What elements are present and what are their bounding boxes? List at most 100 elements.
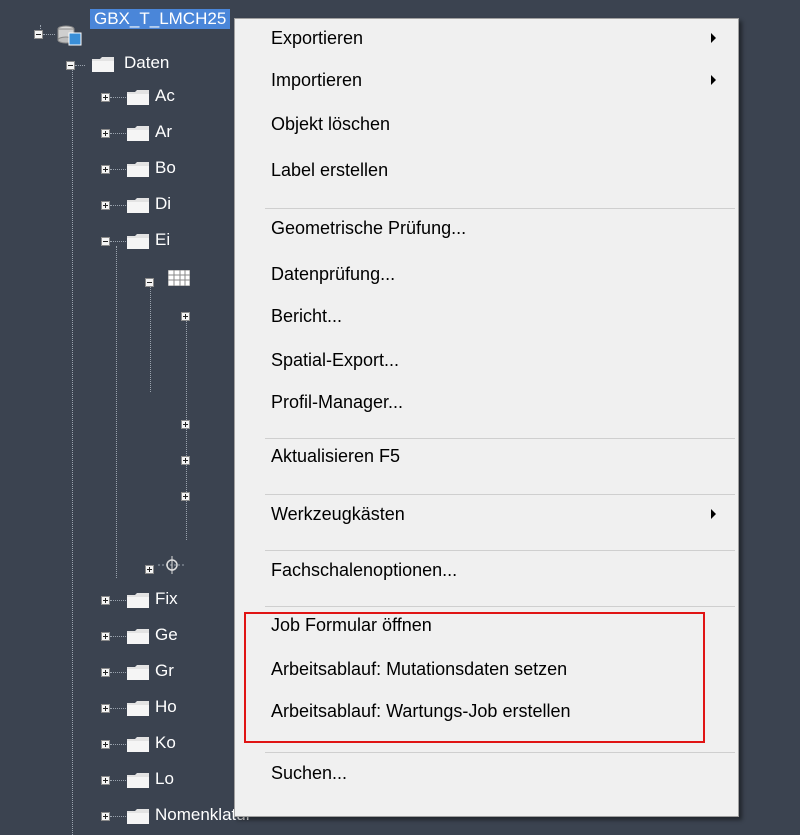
tree-connector — [110, 169, 126, 170]
folder-icon — [127, 701, 149, 716]
folder-icon — [127, 629, 149, 644]
menu-item[interactable]: Datenprüfung... — [235, 255, 738, 293]
collapse-toggle[interactable] — [66, 61, 75, 70]
tree-guide-line — [186, 320, 187, 540]
menu-separator — [265, 208, 735, 209]
menu-item[interactable]: Werkzeugkästen — [235, 495, 738, 533]
menu-separator — [265, 752, 735, 753]
expand-toggle[interactable] — [181, 456, 190, 465]
chevron-right-icon — [711, 509, 716, 519]
menu-item[interactable]: Fachschalenoptionen... — [235, 551, 738, 589]
menu-item[interactable]: Bericht... — [235, 297, 738, 335]
expand-toggle[interactable] — [181, 312, 190, 321]
menu-item[interactable]: Geometrische Prüfung... — [235, 209, 738, 247]
folder-icon — [127, 737, 149, 752]
tree-connector — [110, 636, 126, 637]
folder-icon — [127, 809, 149, 824]
menu-item[interactable]: Label erstellen — [235, 151, 738, 189]
tree-folder-label[interactable]: Ko — [155, 733, 176, 753]
tree-connector — [110, 816, 126, 817]
tree-folder-label[interactable]: Ho — [155, 697, 177, 717]
tree-folder-label[interactable]: Ge — [155, 625, 178, 645]
menu-separator — [265, 438, 735, 439]
expand-toggle[interactable] — [101, 93, 110, 102]
expand-toggle[interactable] — [101, 632, 110, 641]
menu-item-label: Fachschalenoptionen... — [271, 559, 458, 580]
menu-item-label: Geometrische Prüfung... — [271, 217, 467, 238]
folder-icon — [127, 126, 149, 141]
menu-separator — [265, 550, 735, 551]
tree-folder-label[interactable]: Bo — [155, 158, 176, 178]
menu-item[interactable]: Objekt löschen — [235, 105, 738, 143]
expand-toggle[interactable] — [101, 812, 110, 821]
menu-item[interactable]: Importieren — [235, 61, 738, 99]
tree-connector — [110, 205, 126, 206]
tree-folder-label[interactable]: Di — [155, 194, 171, 214]
tree-connector — [110, 600, 126, 601]
menu-item-label: Spatial-Export... — [271, 349, 400, 370]
menu-item-label: Werkzeugkästen — [271, 503, 405, 524]
expand-toggle[interactable] — [101, 668, 110, 677]
expand-toggle[interactable] — [181, 492, 190, 501]
menu-item-label: Profil-Manager... — [271, 391, 404, 412]
annotation-highlight-box — [244, 612, 705, 743]
expand-toggle[interactable] — [101, 740, 110, 749]
menu-item-label: Bericht... — [271, 305, 343, 326]
menu-separator — [265, 606, 735, 607]
tree-connector — [110, 672, 126, 673]
expand-toggle[interactable] — [101, 165, 110, 174]
tree-root-label[interactable]: GBX_T_LMCH25 — [90, 9, 231, 29]
menu-item-label: Objekt löschen — [271, 113, 391, 134]
tree-folder-label[interactable]: Fix — [155, 589, 178, 609]
folder-icon — [127, 773, 149, 788]
expand-toggle[interactable] — [145, 565, 154, 574]
tree-connector — [110, 744, 126, 745]
menu-item-label: Importieren — [271, 69, 363, 90]
menu-separator — [265, 494, 735, 495]
database-icon — [57, 25, 82, 46]
point-feature-icon — [158, 556, 186, 574]
collapse-toggle[interactable] — [101, 237, 110, 246]
folder-icon — [127, 198, 149, 213]
collapse-toggle[interactable] — [34, 30, 43, 39]
tree-connector — [110, 133, 126, 134]
menu-item[interactable]: Profil-Manager... — [235, 383, 738, 421]
chevron-right-icon — [711, 75, 716, 85]
tree-connector — [110, 241, 126, 242]
tree-folder-label[interactable]: Ar — [155, 122, 172, 142]
folder-icon — [127, 162, 149, 177]
expand-toggle[interactable] — [101, 704, 110, 713]
menu-item-label: Exportieren — [271, 27, 364, 48]
tree-connector — [43, 34, 55, 35]
tree-connector — [75, 65, 85, 66]
tree-folder-label[interactable]: Lo — [155, 769, 174, 789]
menu-item[interactable]: Spatial-Export... — [235, 341, 738, 379]
collapse-toggle[interactable] — [145, 278, 154, 287]
menu-item[interactable]: Exportieren — [235, 19, 738, 57]
tree-item-daten[interactable]: Daten — [124, 53, 169, 73]
chevron-right-icon — [711, 33, 716, 43]
folder-icon — [127, 90, 149, 105]
tree-connector — [110, 780, 126, 781]
tree-connector — [110, 97, 126, 98]
menu-item-label: Datenprüfung... — [271, 263, 396, 284]
tree-folder-label[interactable]: Ac — [155, 86, 175, 106]
tree-guide-line — [116, 246, 117, 578]
folder-icon — [92, 57, 114, 72]
folder-icon — [127, 234, 149, 249]
folder-icon — [127, 665, 149, 680]
expand-toggle[interactable] — [101, 201, 110, 210]
menu-item[interactable]: Aktualisieren F5 — [235, 437, 738, 475]
tree-connector — [110, 708, 126, 709]
menu-item-label: Suchen... — [271, 762, 348, 783]
tree-folder-label[interactable]: Ei — [155, 230, 170, 250]
expand-toggle[interactable] — [101, 596, 110, 605]
menu-item-label: Aktualisieren F5 — [271, 445, 401, 466]
expand-toggle[interactable] — [181, 420, 190, 429]
tree-guide-line — [72, 68, 73, 835]
tree-folder-label[interactable]: Gr — [155, 661, 174, 681]
expand-toggle[interactable] — [101, 776, 110, 785]
menu-item[interactable]: Suchen... — [235, 754, 738, 792]
expand-toggle[interactable] — [101, 129, 110, 138]
table-icon — [168, 270, 190, 286]
